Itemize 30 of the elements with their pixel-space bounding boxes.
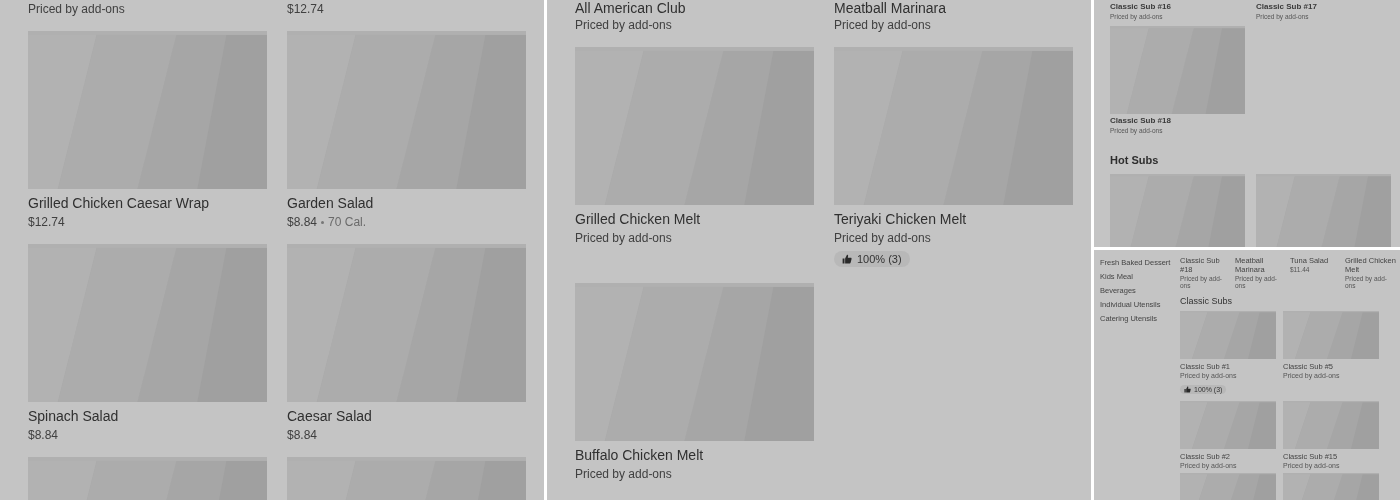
item-name: Spinach Salad — [28, 408, 120, 424]
item-price: $8.84 — [28, 428, 59, 442]
rating-text: 100% (3) — [857, 253, 902, 265]
item-price: Priced by add-ons — [575, 467, 672, 481]
item-name: Meatball Marinara — [834, 0, 948, 16]
section-heading: Classic Subs — [1180, 296, 1234, 306]
item-price: Priced by add-ons — [28, 2, 125, 16]
item-name: Caesar Salad — [287, 408, 373, 424]
item-name: Classic Sub #17 — [1256, 2, 1318, 11]
section-heading: Hot Subs — [1110, 154, 1160, 166]
item-price: Priced by add-ons — [834, 231, 931, 245]
item-name: Garden Salad — [287, 195, 375, 211]
thumbs-up-icon — [1184, 386, 1191, 393]
item-price: $8.84 — [287, 215, 318, 229]
item-name: Grilled Chicken Caesar Wrap — [28, 195, 211, 211]
item-price: Priced by add-ons — [575, 231, 672, 245]
calorie-count: 70 Cal. — [328, 215, 367, 229]
item-name: Grilled Chicken Melt — [575, 211, 702, 227]
item-name: All American Club — [575, 0, 687, 16]
item-price: $12.74 — [287, 2, 324, 16]
item-name: Buffalo Chicken Melt — [575, 447, 705, 463]
item-price: $8.84 — [287, 428, 318, 442]
item-name: Teriyaki Chicken Melt — [834, 211, 968, 227]
item-name: Classic Sub #18 — [1110, 116, 1172, 125]
item-price: $12.74 — [28, 215, 65, 229]
thumbs-up-icon — [842, 254, 852, 264]
item-price: Priced by add-ons — [834, 18, 931, 32]
separator-dot — [321, 220, 325, 224]
item-name: Classic Sub #16 — [1110, 2, 1172, 11]
item-price: Priced by add-ons — [575, 18, 672, 32]
